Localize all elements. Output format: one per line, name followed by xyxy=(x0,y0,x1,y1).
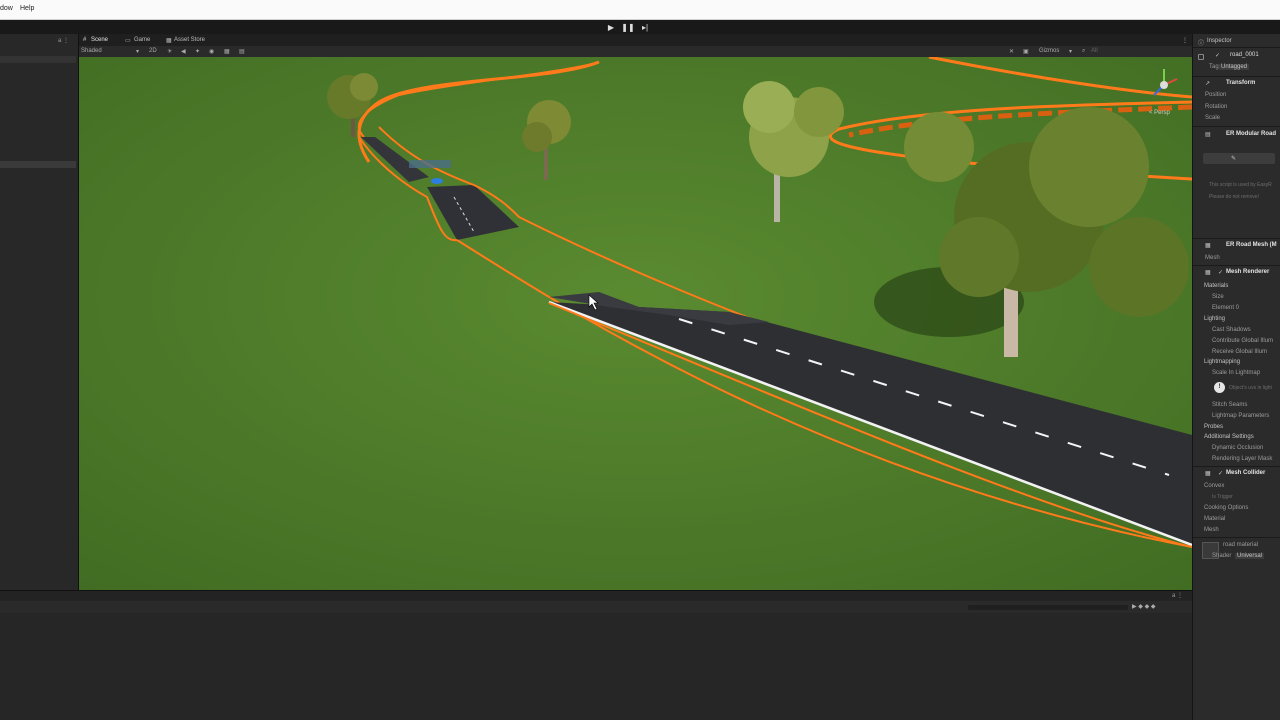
component-header-transform[interactable]: Transform xyxy=(1226,80,1255,86)
field-label: Scale xyxy=(1205,115,1221,121)
scene-options-bar: Shaded ▾ 2D ☀ ◀ ✦ ◉ ▦ ▤ ✕ ▣ Gizmos ▾ ⌕ A… xyxy=(79,46,1192,57)
store-icon: ▦ xyxy=(166,38,172,44)
main-toolbar: ▶ ❚❚ ▸| xyxy=(0,20,1280,34)
console-toolbar: ▶ ◆ ◆ ◆ xyxy=(0,601,1192,613)
tag-dropdown[interactable]: Untagged xyxy=(1219,64,1250,70)
hierarchy-row[interactable] xyxy=(0,56,76,63)
view-orientation-label: < Persp xyxy=(1149,110,1171,116)
scene-icon: # xyxy=(83,37,87,43)
play-button[interactable]: ▶ xyxy=(604,23,618,32)
visibility-icon[interactable]: ◉ xyxy=(209,48,214,55)
tab-scene[interactable]: Scene xyxy=(91,37,108,43)
search-icon: ⌕ xyxy=(1082,48,1086,54)
gizmo-settings-icon[interactable]: ▤ xyxy=(239,48,245,55)
field-label: Cast Shadows xyxy=(1212,327,1251,333)
tools-icon[interactable]: ✕ xyxy=(1009,48,1014,55)
field-label: Rotation xyxy=(1205,104,1228,110)
component-header-modular-road[interactable]: ER Modular Road xyxy=(1226,131,1276,137)
mesh-renderer-icon: ▦ xyxy=(1205,270,1211,276)
material-name[interactable]: road material xyxy=(1223,542,1258,548)
enable-checkbox[interactable]: ✓ xyxy=(1218,470,1223,477)
tab-asset-store[interactable]: Asset Store xyxy=(174,37,205,43)
object-name-field[interactable]: road_0001 xyxy=(1230,52,1259,58)
field-label: Lightmap Parameters xyxy=(1212,413,1270,419)
field-label: Rendering Layer Mask xyxy=(1212,456,1273,462)
car-object xyxy=(431,178,443,184)
field-label: Mesh xyxy=(1204,527,1219,533)
log-filter-icon[interactable]: ▶ ◆ ◆ ◆ xyxy=(1132,603,1155,610)
menu-item-help[interactable]: Help xyxy=(20,5,34,12)
gate-object xyxy=(409,160,451,168)
camera-icon[interactable]: ▣ xyxy=(1023,48,1029,55)
tab-game[interactable]: Game xyxy=(134,37,150,43)
field-label: Is Trigger xyxy=(1212,494,1233,500)
field-label: Material xyxy=(1204,516,1226,522)
chevron-down-icon: ▾ xyxy=(1069,49,1073,55)
foldout-additional-settings[interactable]: Additional Settings xyxy=(1204,434,1254,440)
scene-viewport[interactable]: < Persp xyxy=(79,57,1192,590)
field-label: Element 0 xyxy=(1212,305,1240,311)
2d-toggle[interactable]: 2D xyxy=(149,48,157,54)
pencil-icon: ✎ xyxy=(1231,156,1237,162)
field-label: Mesh xyxy=(1205,255,1220,261)
scene-tab-strip: # Scene ▭ Game ▦ Asset Store ⋮ xyxy=(79,35,1192,46)
field-label: Cooking Options xyxy=(1204,505,1249,511)
light-toggle-icon[interactable]: ☀ xyxy=(167,48,172,55)
field-label: Receive Global Illum xyxy=(1212,349,1268,355)
component-header-road-mesh[interactable]: ER Road Mesh (M xyxy=(1226,242,1277,248)
gameobject-cube-icon xyxy=(1198,54,1204,60)
scene-render[interactable]: < Persp xyxy=(79,57,1192,590)
shader-label: Shader xyxy=(1212,553,1232,559)
script-icon: ▤ xyxy=(1205,132,1211,138)
lock-icon[interactable]: a ⋮ xyxy=(1172,592,1183,599)
edit-road-button[interactable]: ✎ xyxy=(1203,153,1275,164)
mesh-collider-icon: ▦ xyxy=(1205,471,1211,477)
field-label: Contribute Global Illum xyxy=(1212,338,1274,344)
script-note: Please do not remove! xyxy=(1209,194,1260,200)
console-search-input[interactable] xyxy=(968,605,1128,610)
foldout-lighting[interactable]: Lighting xyxy=(1204,316,1225,322)
field-label: Convex xyxy=(1204,483,1225,489)
scene-search-input[interactable]: All xyxy=(1091,48,1098,54)
menu-item-window[interactable]: dow xyxy=(0,5,13,12)
tab-inspector[interactable]: Inspector xyxy=(1207,38,1232,44)
foldout-probes[interactable]: Probes xyxy=(1204,424,1223,430)
hierarchy-panel: a ⋮ xyxy=(0,34,79,592)
transform-icon: ↗ xyxy=(1205,81,1211,87)
field-label: Position xyxy=(1205,92,1227,98)
enable-checkbox[interactable]: ✓ xyxy=(1218,269,1223,276)
component-header-mesh-collider[interactable]: Mesh Collider xyxy=(1226,470,1265,476)
field-label: Dynamic Occlusion xyxy=(1212,445,1264,451)
pause-button[interactable]: ❚❚ xyxy=(621,23,635,32)
warning-text: Object's uvs in light xyxy=(1229,385,1272,391)
shader-dropdown[interactable]: Universal xyxy=(1235,553,1265,559)
inspector-icon: ⓘ xyxy=(1198,41,1205,47)
field-label: Size xyxy=(1212,294,1224,300)
gizmos-dropdown[interactable]: Gizmos xyxy=(1039,48,1059,54)
bottom-tab-strip: a ⋮ xyxy=(0,590,1192,601)
field-label: Stitch Seams xyxy=(1212,402,1248,408)
component-header-mesh-renderer[interactable]: Mesh Renderer xyxy=(1226,269,1269,275)
game-icon: ▭ xyxy=(125,38,131,44)
effects-toggle-icon[interactable]: ✦ xyxy=(195,48,200,55)
active-checkbox[interactable]: ✓ xyxy=(1215,52,1220,59)
menu-bar: dow Help xyxy=(0,0,1280,20)
hierarchy-row[interactable] xyxy=(0,161,76,168)
shading-mode-dropdown[interactable]: Shaded xyxy=(81,48,102,54)
step-button[interactable]: ▸| xyxy=(638,23,652,32)
mesh-filter-icon: ▦ xyxy=(1205,243,1211,249)
script-note: This script is used by EasyR xyxy=(1209,182,1272,188)
console-panel xyxy=(0,613,1192,720)
field-label: Scale In Lightmap xyxy=(1212,370,1261,376)
tag-label: Tag xyxy=(1209,64,1219,70)
inspector-panel: ⓘ Inspector ✓ road_0001 Tag Untagged ↗ T… xyxy=(1192,34,1280,720)
audio-toggle-icon[interactable]: ◀ xyxy=(181,48,186,55)
grid-toggle-icon[interactable]: ▦ xyxy=(224,48,230,55)
lock-icon[interactable]: a ⋮ xyxy=(58,37,69,44)
chevron-down-icon: ▾ xyxy=(136,49,140,55)
warning-icon: ! xyxy=(1214,382,1225,393)
foldout-lightmapping[interactable]: Lightmapping xyxy=(1204,359,1240,365)
foldout-materials[interactable]: Materials xyxy=(1204,283,1228,289)
more-menu-icon[interactable]: ⋮ xyxy=(1182,37,1188,44)
